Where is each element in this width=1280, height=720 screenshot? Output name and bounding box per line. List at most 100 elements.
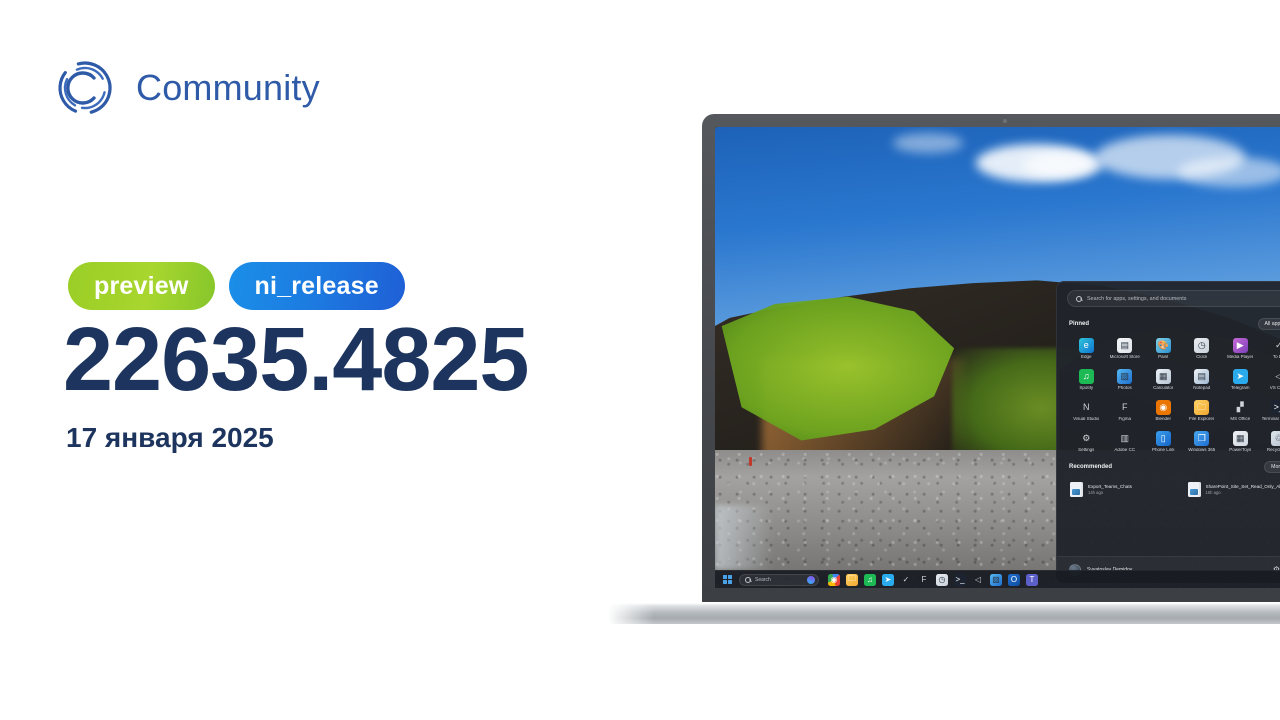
pinned-app-tile[interactable]: ▨ Photos bbox=[1106, 367, 1145, 393]
pinned-app-label: Telegram bbox=[1230, 385, 1250, 390]
pinned-app-tile[interactable]: ▦ PowerToys bbox=[1221, 429, 1260, 455]
brand-title: Community bbox=[136, 67, 320, 108]
pinned-app-label: Notepad bbox=[1193, 385, 1211, 390]
ms-office-icon: ▞ bbox=[1236, 401, 1244, 412]
to-do-icon[interactable]: ✓ bbox=[900, 574, 912, 586]
pinned-app-tile[interactable]: ▤ Notepad bbox=[1183, 367, 1222, 393]
edge-icon: e bbox=[1078, 338, 1094, 353]
pinned-app-tile[interactable]: ◉ Blender bbox=[1144, 398, 1183, 424]
photos-icon: ▨ bbox=[1117, 368, 1133, 384]
copilot-icon[interactable] bbox=[807, 575, 815, 584]
pinned-app-tile[interactable]: N Visual Studio bbox=[1067, 398, 1106, 424]
pinned-app-label: To Do bbox=[1272, 355, 1280, 359]
chrome-icon[interactable]: ◉ bbox=[828, 573, 840, 586]
cloud bbox=[892, 133, 963, 154]
pinned-app-label: Phone Link bbox=[1151, 447, 1175, 452]
pinned-app-label: Recycle Bin bbox=[1266, 447, 1280, 452]
terminal-icon[interactable]: >_ bbox=[954, 573, 966, 586]
pinned-app-tile[interactable]: ⚙ Settings bbox=[1067, 429, 1106, 455]
recommended-item[interactable]: Export_Teams_Chats 14h ago bbox=[1067, 479, 1181, 500]
notepad-icon: ▤ bbox=[1194, 368, 1210, 384]
webcam-icon bbox=[1003, 119, 1007, 123]
pinned-app-tile[interactable]: ✓ To Do bbox=[1260, 336, 1280, 362]
pinned-app-tile[interactable]: ▤ Microsoft Store bbox=[1106, 336, 1145, 362]
start-menu[interactable]: Search for apps, settings, and documents… bbox=[1056, 281, 1280, 583]
release-announcement-page: Community preview ni_release 22635.4825 … bbox=[0, 0, 1280, 720]
taskbar-search-placeholder: Search bbox=[755, 576, 771, 583]
recommended-item-name: SharePoint_Site_Set_Read_Only_All bbox=[1205, 483, 1280, 489]
telegram-icon[interactable]: ➤ bbox=[882, 573, 894, 586]
photos-icon[interactable]: ▨ bbox=[990, 573, 1002, 586]
more-button[interactable]: More bbox=[1264, 460, 1280, 473]
pinned-app-tile[interactable]: F Figma bbox=[1106, 398, 1145, 424]
more-label: More bbox=[1271, 463, 1280, 470]
recommended-item-time: 14h ago bbox=[1088, 489, 1104, 495]
pinned-app-label: Settings bbox=[1078, 447, 1095, 452]
vs-code-icon: ◁ bbox=[1275, 370, 1280, 381]
pinned-app-label: Figma bbox=[1118, 416, 1131, 421]
pinned-app-label: File Explorer bbox=[1189, 416, 1215, 421]
pinned-section-header: Pinned All apps bbox=[1069, 318, 1280, 330]
all-apps-button[interactable]: All apps bbox=[1257, 318, 1280, 330]
pinned-app-label: Edge bbox=[1080, 355, 1092, 359]
pinned-app-tile[interactable]: ♲Recycle Bin bbox=[1260, 429, 1280, 455]
vs-code-icon[interactable]: ◁ bbox=[972, 574, 984, 586]
release-badges: preview ni_release bbox=[68, 262, 405, 310]
pinned-app-tile[interactable]: ◷ Clock bbox=[1183, 336, 1222, 362]
search-icon bbox=[745, 576, 751, 583]
pinned-app-tile[interactable]: ➤ Telegram bbox=[1221, 367, 1260, 393]
laptop-screen: Search for apps, settings, and documents… bbox=[715, 127, 1280, 588]
recommended-item[interactable]: SharePoint_Site_Set_Read_Only_All 15h ago bbox=[1185, 479, 1280, 500]
laptop-base bbox=[608, 603, 1280, 624]
pinned-app-tile[interactable]: >_Terminal Preview bbox=[1260, 398, 1280, 424]
powertoys-icon: ▦ bbox=[1232, 430, 1248, 446]
pinned-app-tile[interactable]: ▯ Phone Link bbox=[1144, 429, 1183, 455]
start-menu-search-placeholder: Search for apps, settings, and documents bbox=[1087, 295, 1187, 302]
pinned-app-tile[interactable]: ❐ Windows 365 bbox=[1183, 429, 1222, 455]
pinned-app-label: Spotify bbox=[1079, 385, 1094, 390]
paint-icon: 🎨 bbox=[1155, 338, 1171, 353]
file-explorer-icon[interactable]: 🗀 bbox=[846, 573, 858, 586]
media-player-icon: ▶ bbox=[1232, 338, 1248, 353]
adobe-cc-icon: ▥ bbox=[1120, 432, 1129, 443]
pinned-app-tile[interactable]: ♫ Spotify bbox=[1067, 367, 1106, 393]
pinned-app-tile[interactable]: ▞ MS Office bbox=[1221, 398, 1260, 424]
pinned-app-label: Visual Studio bbox=[1073, 416, 1100, 421]
pinned-app-label: PowerToys bbox=[1229, 447, 1252, 452]
pinned-app-tile[interactable]: 🎨 Paint bbox=[1144, 336, 1183, 362]
cloud bbox=[1177, 156, 1280, 187]
pinned-title: Pinned bbox=[1069, 321, 1090, 327]
pinned-app-tile[interactable]: 🗀 File Explorer bbox=[1183, 398, 1222, 424]
pinned-app-tile[interactable]: ◁ VS Code bbox=[1260, 367, 1280, 393]
clock-icon[interactable]: ◷ bbox=[936, 573, 948, 586]
pinned-apps-grid: e Edge ▤ Microsoft Store 🎨 Paint ◷ Clock ▶ Media … bbox=[1067, 336, 1280, 455]
windows-start-icon[interactable] bbox=[721, 573, 734, 586]
recommended-title: Recommended bbox=[1069, 463, 1113, 470]
document-icon bbox=[1187, 481, 1201, 497]
clock-icon: ◷ bbox=[1194, 338, 1210, 353]
pinned-app-tile[interactable]: ▦ Calculator bbox=[1144, 367, 1183, 393]
start-menu-search-input[interactable]: Search for apps, settings, and documents bbox=[1067, 290, 1280, 307]
pinned-app-tile[interactable]: ▥ Adobe CC bbox=[1106, 429, 1145, 455]
pinned-app-tile[interactable]: ▶ Media Player bbox=[1221, 336, 1260, 362]
taskbar-apps: ◉ 🗀 ♫ ➤ ✓ F ◷ >_ ◁ ▨ O T bbox=[828, 573, 1038, 586]
spotify-icon[interactable]: ♫ bbox=[864, 573, 876, 586]
pinned-app-label: Adobe CC bbox=[1114, 447, 1136, 452]
figma-icon: F bbox=[1122, 401, 1128, 412]
settings-gear-icon: ⚙ bbox=[1082, 432, 1091, 443]
taskbar-search-input[interactable]: Search bbox=[739, 573, 819, 586]
recommended-list: Export_Teams_Chats 14h ago SharePoint_Site… bbox=[1067, 479, 1280, 500]
visual-studio-icon: N bbox=[1083, 401, 1090, 412]
figma-icon[interactable]: F bbox=[918, 574, 930, 586]
outlook-icon[interactable]: O bbox=[1008, 573, 1020, 586]
pinned-app-label: Calculator bbox=[1153, 385, 1174, 390]
telegram-icon: ➤ bbox=[1232, 368, 1248, 384]
teams-icon[interactable]: T bbox=[1026, 573, 1038, 586]
pinned-app-tile[interactable]: e Edge bbox=[1067, 336, 1106, 362]
laptop-lid: Search for apps, settings, and documents… bbox=[702, 114, 1280, 602]
brand: Community bbox=[52, 55, 320, 121]
wallpaper-person bbox=[749, 456, 753, 466]
recycle-bin-icon: ♲ bbox=[1271, 430, 1280, 446]
document-icon bbox=[1070, 481, 1083, 497]
cloud bbox=[1023, 152, 1104, 179]
